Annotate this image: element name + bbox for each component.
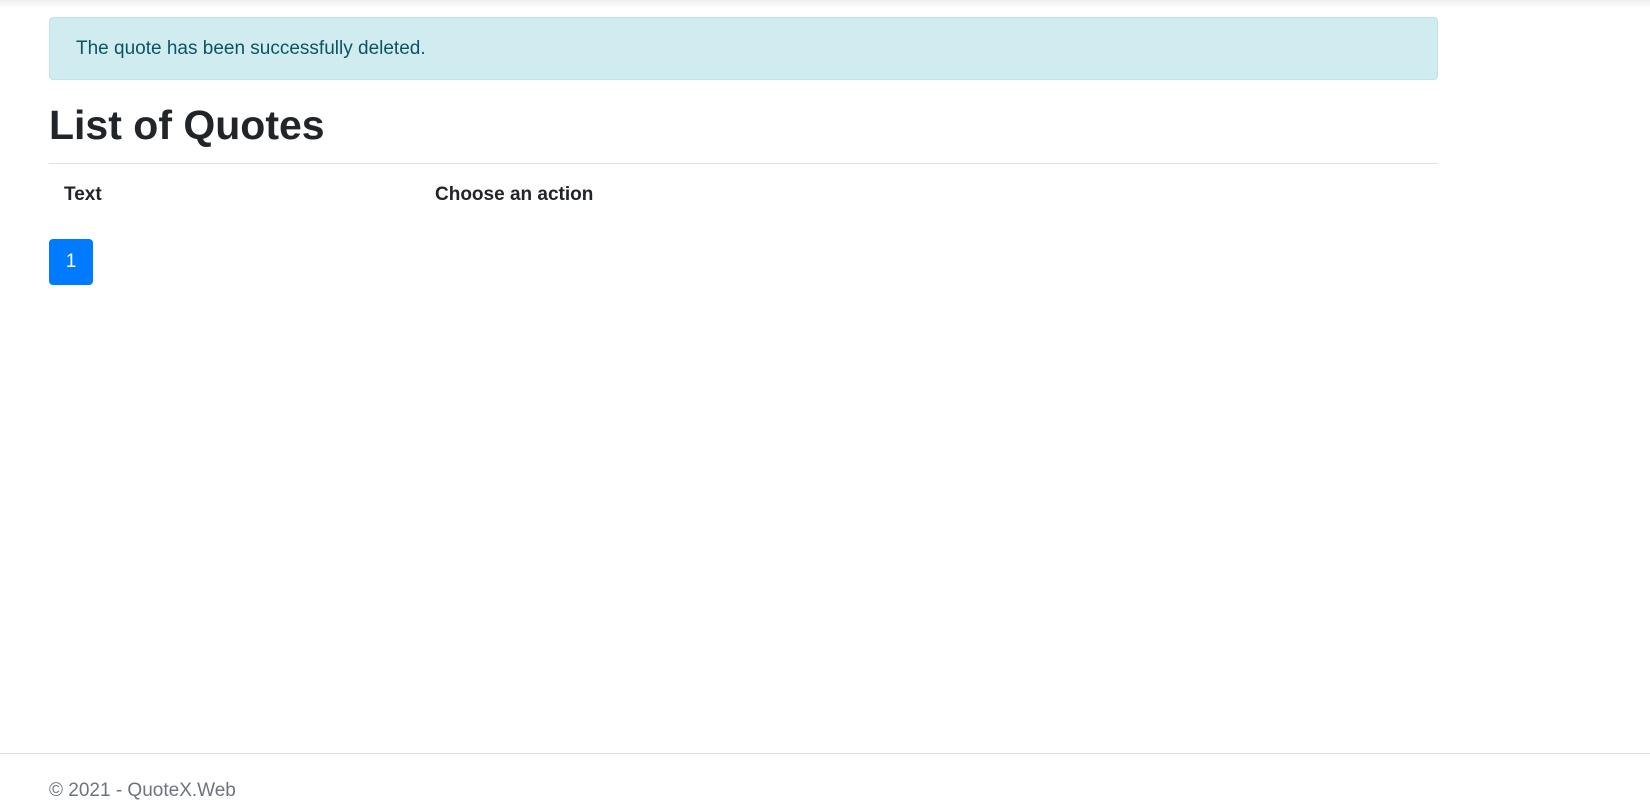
main-container: The quote has been successfully deleted.… <box>49 17 1438 285</box>
footer: © 2021 - QuoteX.Web <box>0 753 1650 808</box>
navbar-shadow <box>0 0 1650 8</box>
alert-message: The quote has been successfully deleted. <box>76 38 426 59</box>
footer-copyright: © 2021 - QuoteX.Web <box>49 780 236 801</box>
page-button-1[interactable]: 1 <box>49 239 93 285</box>
pagination: 1 <box>49 239 1438 285</box>
quotes-table: Text Choose an action <box>49 164 1438 226</box>
page-title: List of Quotes <box>49 102 325 148</box>
table-header-row: Text Choose an action <box>49 164 1438 226</box>
column-header-text: Text <box>64 184 102 205</box>
table-header: Text Choose an action <box>49 164 1438 226</box>
page: The quote has been successfully deleted.… <box>0 0 1650 808</box>
column-header-action: Choose an action <box>435 184 594 205</box>
success-alert: The quote has been successfully deleted. <box>49 17 1438 80</box>
